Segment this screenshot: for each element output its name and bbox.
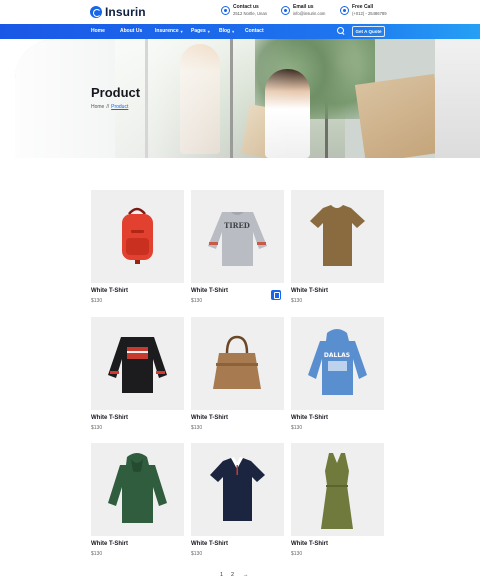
email-info: Email us info@insurin.com — [281, 4, 325, 17]
olive-dress-icon — [321, 453, 353, 529]
product-image[interactable] — [291, 443, 384, 536]
brand-name: Insurin — [105, 5, 146, 19]
chevron-down-icon: ▾ — [180, 28, 183, 34]
email-title: Email us — [293, 4, 314, 10]
product-image[interactable] — [191, 317, 284, 410]
product-card[interactable]: White T-Shirt $130 — [91, 190, 184, 304]
red-backpack-icon — [122, 207, 153, 264]
product-card[interactable]: White T-Shirt $130 — [291, 443, 384, 557]
product-card[interactable]: White T-Shirt $130 — [191, 443, 284, 557]
nav-item-home[interactable]: Home — [91, 28, 105, 34]
product-card[interactable]: White T-Shirt $130 — [291, 190, 384, 304]
brand-logo[interactable]: Insurin — [90, 5, 146, 19]
breadcrumb: Home // Product — [91, 104, 128, 110]
get-quote-button[interactable]: Get A Quote — [352, 26, 385, 37]
chevron-down-icon: ▾ — [232, 28, 235, 34]
hero-overlay — [15, 39, 480, 158]
contact-title: Contact us — [233, 4, 259, 10]
product-price: $130 — [91, 425, 103, 431]
page-title: Product — [91, 85, 141, 100]
tote-bag-icon — [213, 335, 261, 389]
search-icon[interactable] — [337, 27, 345, 35]
nav-item-label: About Us — [120, 28, 143, 34]
next-page-arrow-icon[interactable]: → — [243, 572, 249, 578]
chevron-down-icon: ▾ — [207, 28, 210, 34]
breadcrumb-current: Product — [111, 104, 129, 110]
nav-item-contact[interactable]: Contact — [245, 28, 264, 34]
product-image[interactable]: DALLAS — [291, 317, 384, 410]
product-card[interactable]: White T-Shirt $130 — [191, 317, 284, 431]
logo-icon — [90, 6, 102, 18]
breadcrumb-separator: // — [106, 104, 110, 110]
product-card[interactable]: White T-Shirt $130 — [91, 317, 184, 431]
phone-info: Free Call (+012) - 25486789 — [340, 4, 387, 17]
product-name[interactable]: White T-Shirt — [191, 415, 228, 421]
product-image[interactable] — [291, 190, 384, 283]
top-bar: Insurin Contact us 2512 Nortle, Unan Ema… — [0, 0, 480, 24]
brown-tshirt-icon — [310, 205, 365, 266]
phone-icon — [340, 6, 349, 15]
phone-value[interactable]: (+012) - 25486789 — [352, 11, 387, 17]
product-card[interactable]: TIRED White T-Shirt $130 — [191, 190, 284, 304]
product-name[interactable]: White T-Shirt — [191, 288, 228, 294]
product-image[interactable] — [91, 317, 184, 410]
grey-sweatshirt-icon: TIRED — [208, 212, 267, 266]
hero-banner — [15, 39, 480, 158]
nav-item-label: Blog — [219, 28, 231, 34]
product-price: $130 — [291, 551, 303, 557]
nav-item-label: Home — [91, 28, 105, 34]
product-price: $130 — [291, 425, 303, 431]
product-card[interactable]: DALLAS White T-Shirt $130 — [291, 317, 384, 431]
page-link-2[interactable]: 2 — [231, 572, 234, 578]
nav-item-pages[interactable]: Pages ▾ — [191, 28, 210, 34]
product-name[interactable]: White T-Shirt — [91, 288, 128, 294]
product-card[interactable]: White T-Shirt $130 — [91, 443, 184, 557]
product-image[interactable] — [191, 443, 284, 536]
contact-value: 2512 Nortle, Unan — [233, 11, 267, 16]
nav-item-blog[interactable]: Blog ▾ — [219, 28, 234, 34]
product-name[interactable]: White T-Shirt — [291, 541, 328, 547]
page-link-1[interactable]: 1 — [220, 572, 223, 578]
product-image[interactable]: TIRED — [191, 190, 284, 283]
email-icon — [281, 6, 290, 15]
product-price: $130 — [191, 425, 203, 431]
contact-info: Contact us 2512 Nortle, Unan — [221, 4, 267, 17]
product-price: $130 — [91, 551, 103, 557]
main-nav: Home About Us Insurence ▾ Pages ▾ Blog ▾ Co… — [0, 24, 480, 39]
svg-text:TIRED: TIRED — [224, 221, 250, 230]
location-icon — [221, 6, 230, 15]
product-image[interactable] — [91, 190, 184, 283]
svg-text:DALLAS: DALLAS — [324, 352, 350, 359]
product-price: $130 — [91, 298, 103, 304]
phone-title: Free Call — [352, 4, 374, 10]
nav-item-label: Contact — [245, 28, 264, 34]
breadcrumb-home[interactable]: Home — [91, 104, 104, 110]
product-name[interactable]: White T-Shirt — [91, 541, 128, 547]
product-price: $130 — [191, 551, 203, 557]
nav-item-label: Insurence — [155, 28, 179, 34]
nav-item-insurence[interactable]: Insurence ▾ — [155, 28, 183, 34]
add-to-cart-button[interactable] — [271, 290, 281, 300]
nav-item-label: Pages — [191, 28, 206, 34]
product-image[interactable] — [91, 443, 184, 536]
green-hoodie-icon — [108, 453, 167, 523]
blue-hoodie-icon: DALLAS — [308, 329, 367, 395]
nav-item-about[interactable]: About Us — [120, 28, 142, 34]
black-sweatshirt-icon — [108, 337, 167, 393]
navy-polo-icon — [210, 457, 265, 521]
product-name[interactable]: White T-Shirt — [291, 288, 328, 294]
product-name[interactable]: White T-Shirt — [291, 415, 328, 421]
product-price: $130 — [191, 298, 203, 304]
product-price: $130 — [291, 298, 303, 304]
product-name[interactable]: White T-Shirt — [191, 541, 228, 547]
email-value[interactable]: info@insurin.com — [293, 11, 325, 17]
product-name[interactable]: White T-Shirt — [91, 415, 128, 421]
